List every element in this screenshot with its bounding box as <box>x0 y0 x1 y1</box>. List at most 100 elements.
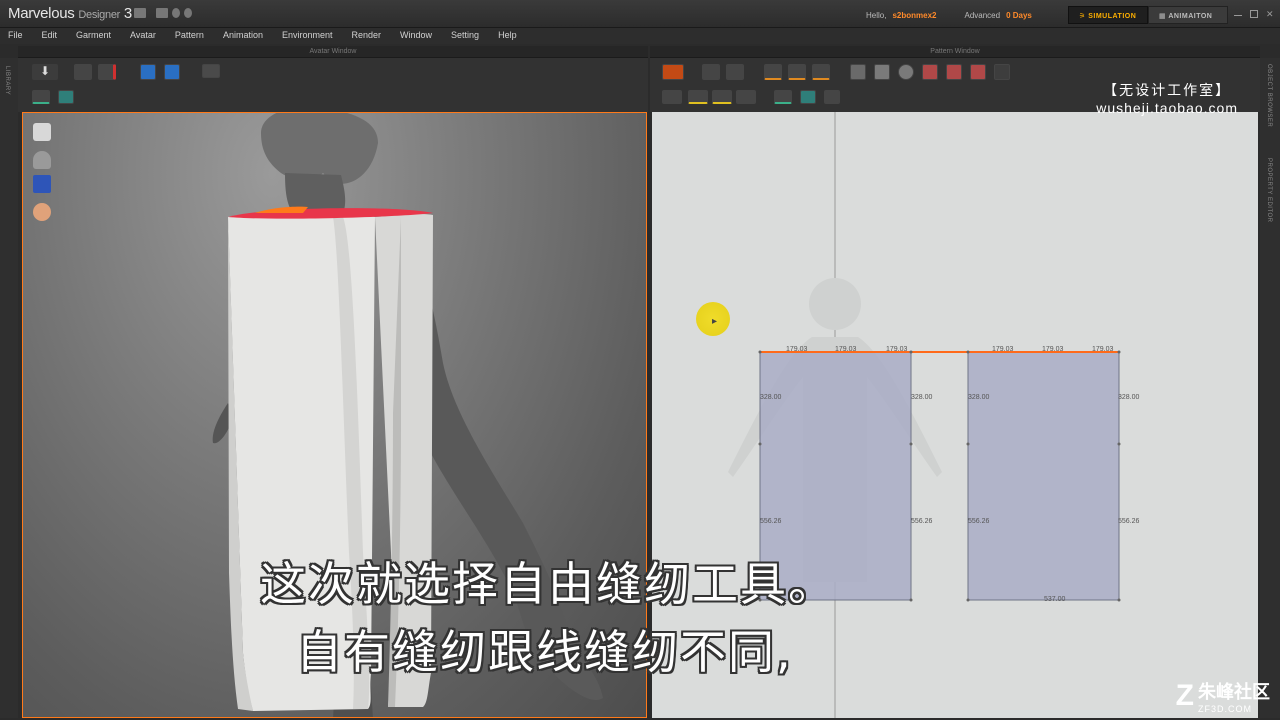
title-bar: Marvelous Designer 3 Hello, s2bonmex2 Ad… <box>0 0 1280 28</box>
menu-garment[interactable]: Garment <box>76 28 123 44</box>
measure-top-1: 179.03 <box>786 346 808 353</box>
cursor-arrow-icon: ▸ <box>712 316 718 327</box>
undo-icon[interactable] <box>172 8 180 18</box>
simulation-icon[interactable] <box>140 64 156 80</box>
measure-top-3: 179.03 <box>886 346 908 353</box>
avatar-window-controls[interactable] <box>618 48 648 56</box>
redo-icon[interactable] <box>184 8 192 18</box>
menu-help[interactable]: Help <box>498 28 529 44</box>
watermark-bottom-cn: 朱峰社区 <box>1198 682 1270 702</box>
watermark-bottom-en: ZF3D.COM <box>1198 704 1252 714</box>
select-pin-icon[interactable] <box>32 90 50 104</box>
animation-icon: ▦ <box>1159 13 1169 20</box>
menu-animation[interactable]: Animation <box>223 28 275 44</box>
simulation-icon: ⚞ <box>1079 13 1089 20</box>
measure-bottom: 537.00 <box>1044 596 1066 603</box>
edit-texture-icon[interactable] <box>824 90 840 104</box>
free-sewing-icon[interactable] <box>712 90 732 104</box>
menu-avatar[interactable]: Avatar <box>130 28 168 44</box>
internal-polygon-icon[interactable] <box>922 64 938 80</box>
watermark-top: 【无设计工作室】 wusheji.taobao.com <box>1096 80 1238 116</box>
measure-top-4: 179.03 <box>992 346 1014 353</box>
quick-access-toolbar <box>134 8 192 18</box>
circle-icon[interactable] <box>898 64 914 80</box>
menu-environment[interactable]: Environment <box>282 28 345 44</box>
refresh-simulation-icon[interactable] <box>662 64 684 80</box>
hanger-icon[interactable] <box>202 64 220 78</box>
measure-side-upper-2: 328.00 <box>911 394 933 401</box>
texture-pattern-icon[interactable] <box>800 90 816 104</box>
zf3d-logo-icon: Z <box>1175 679 1194 712</box>
import-arrow-icon[interactable]: ⬇ <box>32 64 58 80</box>
simulation-label: SIMULATION <box>1088 13 1137 20</box>
dart-icon[interactable] <box>994 64 1010 80</box>
menu-window[interactable]: Window <box>400 28 444 44</box>
app-title: Marvelous Designer 3 <box>8 5 132 22</box>
left-dock: LIBRARY <box>0 58 18 718</box>
watermark-top-url: wusheji.taobao.com <box>1096 100 1238 116</box>
select-pin-pattern-icon[interactable] <box>774 90 792 104</box>
select-move-icon[interactable] <box>74 64 92 80</box>
internal-rectangle-icon[interactable] <box>946 64 962 80</box>
library-tab[interactable]: LIBRARY <box>4 66 10 95</box>
avatar-window-header: Avatar Window <box>18 46 648 58</box>
edit-curve-icon[interactable] <box>764 64 782 80</box>
curvature-icon[interactable] <box>812 64 830 80</box>
subtitle-line-2: 自有缝纫跟线缝纫不同, <box>296 625 793 679</box>
transform-pattern-icon[interactable] <box>702 64 720 80</box>
measure-side-upper-4: 328.00 <box>1118 394 1140 401</box>
save-icon[interactable] <box>134 8 146 18</box>
open-icon[interactable] <box>156 8 168 18</box>
hello-label: Hello, <box>866 11 887 20</box>
polygon-icon[interactable] <box>850 64 866 80</box>
edit-sewing-icon[interactable] <box>662 90 682 104</box>
user-info: Hello, s2bonmex2 Advanced 0 Days <box>866 11 1032 20</box>
internal-circle-icon[interactable] <box>970 64 986 80</box>
measure-side-lower-1: 556.26 <box>760 518 782 525</box>
minimize-icon[interactable] <box>1234 10 1242 16</box>
fold-arrangement-icon[interactable] <box>736 90 756 104</box>
menu-bar: File Edit Garment Avatar Pattern Animati… <box>0 28 1280 44</box>
measure-top-5: 179.03 <box>1042 346 1064 353</box>
menu-render[interactable]: Render <box>352 28 394 44</box>
app-name: Marvelous <box>8 5 75 22</box>
edit-point-icon[interactable] <box>726 64 744 80</box>
pattern-window-header: Pattern Window <box>650 46 1260 58</box>
app-name-sub: Designer <box>78 9 120 21</box>
restore-icon[interactable] <box>1250 10 1258 18</box>
watermark-bottom: Z 朱峰社区 ZF3D.COM <box>1175 678 1270 715</box>
measure-top-2: 179.03 <box>835 346 857 353</box>
segment-sewing-icon[interactable] <box>688 90 708 104</box>
rectangle-icon[interactable] <box>874 64 890 80</box>
menu-setting[interactable]: Setting <box>451 28 491 44</box>
menu-pattern[interactable]: Pattern <box>175 28 216 44</box>
avatar-toolbar: ⬇ <box>18 58 648 112</box>
days-left: 0 Days <box>1006 11 1032 20</box>
object-browser-tab[interactable]: OBJECT BROWSER <box>1266 64 1272 127</box>
animation-mode-button[interactable]: ▦ ANIMAITON <box>1148 6 1228 24</box>
simulation-fabric-icon[interactable] <box>164 64 180 80</box>
measure-side-lower-3: 556.26 <box>968 518 990 525</box>
measure-side-upper-1: 328.00 <box>760 394 782 401</box>
measure-top-6: 179.03 <box>1092 346 1114 353</box>
measure-side-lower-4: 556.26 <box>1118 518 1140 525</box>
avatar-window-title: Avatar Window <box>309 48 357 55</box>
measure-side-lower-2: 556.26 <box>911 518 933 525</box>
right-dock: OBJECT BROWSER PROPERTY EDITOR <box>1260 58 1280 718</box>
pattern-piece-back <box>967 351 1120 601</box>
app-version: 3 <box>123 5 132 22</box>
texture-icon[interactable] <box>58 90 74 104</box>
pattern-window-title: Pattern Window <box>930 48 980 55</box>
menu-file[interactable]: File <box>8 28 35 44</box>
property-editor-tab[interactable]: PROPERTY EDITOR <box>1266 158 1272 223</box>
subtitle-line-1: 这次就选择自由缝纫工具。 <box>260 557 836 611</box>
username[interactable]: s2bonmex2 <box>892 11 936 20</box>
window-controls: ✕ <box>1234 10 1274 19</box>
select-mesh-icon[interactable] <box>98 64 116 80</box>
animation-label: ANIMAITON <box>1168 13 1213 20</box>
close-icon[interactable]: ✕ <box>1266 10 1274 19</box>
menu-edit[interactable]: Edit <box>42 28 70 44</box>
add-point-icon[interactable] <box>788 64 806 80</box>
mouse-cursor-highlight: ▸ <box>696 302 730 336</box>
simulation-mode-button[interactable]: ⚞ SIMULATION <box>1068 6 1148 24</box>
